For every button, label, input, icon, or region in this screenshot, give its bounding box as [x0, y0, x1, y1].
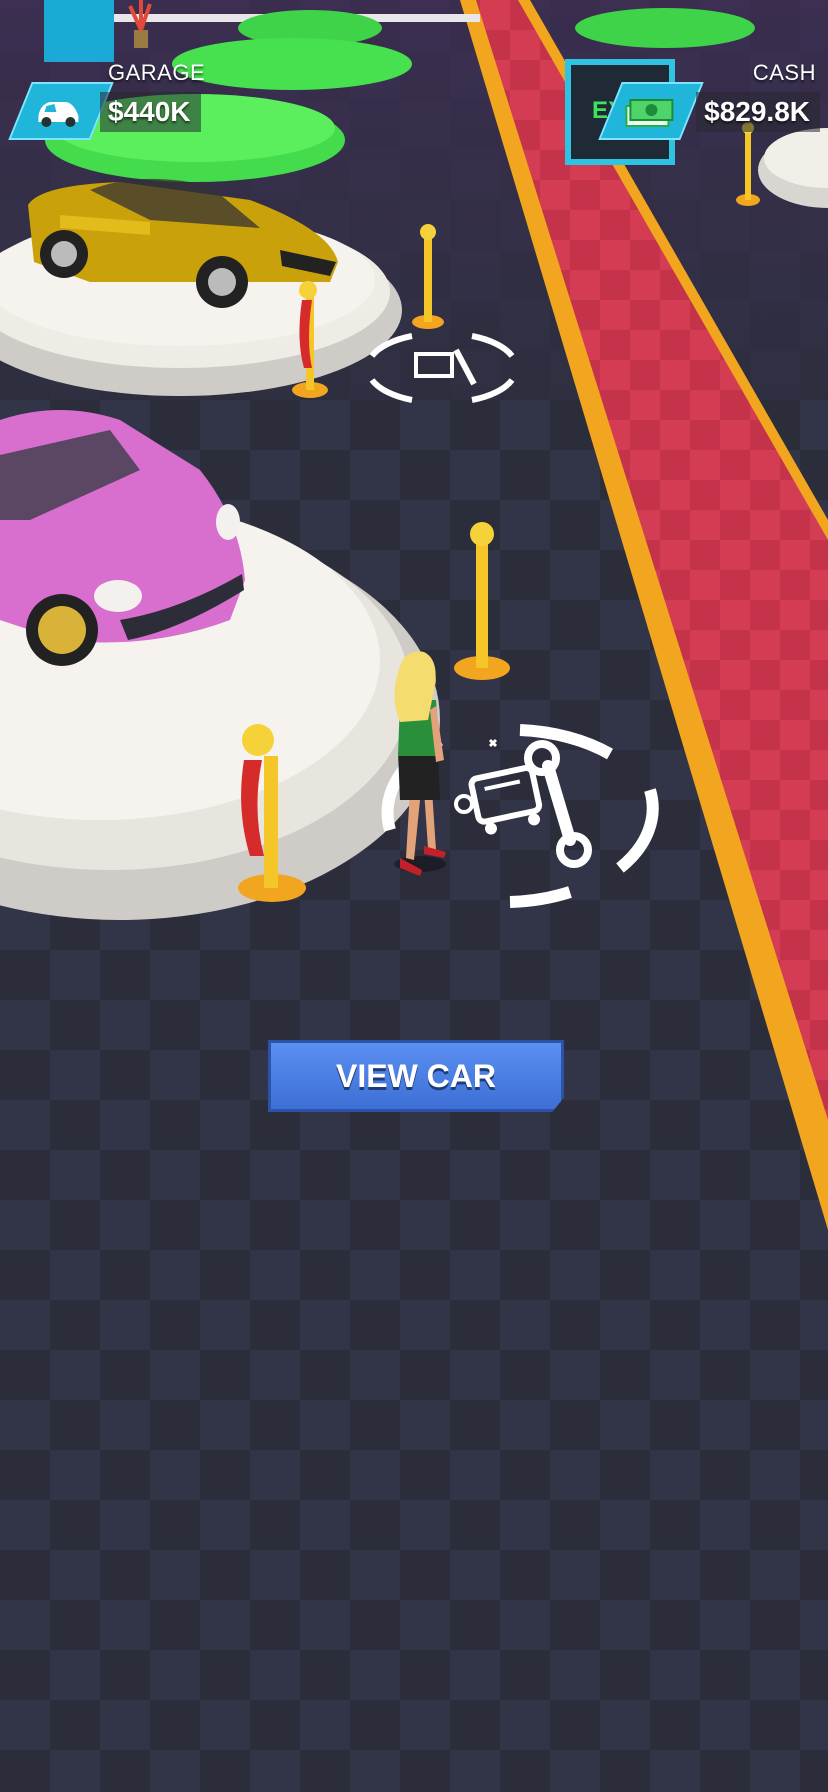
- back-display-screen: [44, 0, 114, 62]
- green-platform: [575, 8, 755, 48]
- garage-value: $440K: [100, 92, 201, 132]
- cash-value: $829.8K: [696, 92, 820, 132]
- cash-badge: [598, 82, 704, 140]
- cash-label: CASH: [752, 60, 816, 85]
- garage-badge: [8, 82, 114, 140]
- showroom-scene: EXIT: [0, 0, 828, 1792]
- view-car-button[interactable]: VIEW CAR: [268, 1040, 564, 1112]
- cash-stack-icon: [625, 99, 674, 127]
- car-icon: [38, 102, 79, 127]
- cash-hud: CASH $829.8K: [598, 60, 820, 140]
- garage-label: GARAGE: [108, 60, 206, 85]
- garage-hud: GARAGE $440K: [8, 60, 228, 140]
